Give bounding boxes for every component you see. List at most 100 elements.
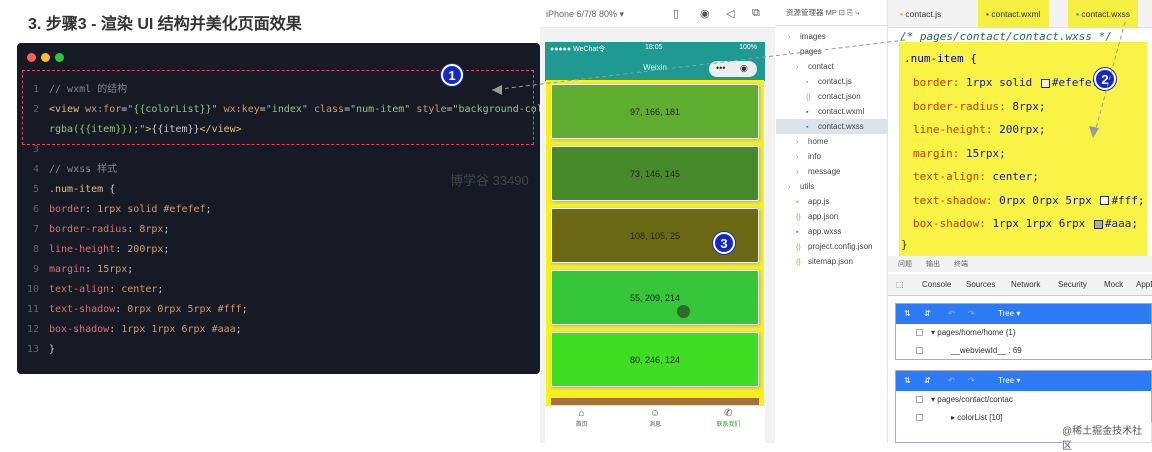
window-icon[interactable]: ⧉ bbox=[752, 7, 760, 20]
checkbox-icon[interactable] bbox=[916, 347, 923, 355]
panel-tab[interactable]: 问题 bbox=[898, 259, 912, 269]
tree-item[interactable]: ▪ contact.js bbox=[776, 74, 888, 89]
code-token: margin bbox=[49, 264, 86, 275]
redo-icon[interactable]: ↷ bbox=[968, 371, 975, 391]
undo-icon[interactable]: ↶ bbox=[948, 371, 955, 391]
code-token: 8rpx bbox=[139, 224, 164, 235]
sound-icon[interactable]: ◁ bbox=[726, 7, 734, 20]
tree-item[interactable]: ▪ contact.wxss bbox=[776, 119, 888, 134]
tab-contact-wxml[interactable]: ▪ contact.wxml bbox=[978, 0, 1049, 28]
tab-icon: ☺ bbox=[649, 408, 661, 419]
tree-mode-select[interactable]: Tree ▾ bbox=[998, 371, 1020, 391]
collapse-icon[interactable]: ⇵ bbox=[924, 304, 931, 324]
code-token: ; bbox=[127, 264, 134, 275]
devtools-tab[interactable]: Console bbox=[922, 280, 951, 289]
phone-nav-bar: Weixin ••• ◉ bbox=[545, 55, 765, 81]
code-token: : bbox=[85, 264, 98, 275]
tree-item[interactable]: › utils bbox=[776, 179, 888, 194]
css-property: border-radius: bbox=[913, 99, 1013, 113]
redo-icon[interactable]: ↷ bbox=[968, 304, 975, 324]
css-value: 8rpx; bbox=[1012, 99, 1046, 113]
cursor-dot-icon bbox=[677, 305, 690, 318]
undo-icon[interactable]: ↶ bbox=[948, 304, 955, 324]
css-declaration: border-radius: 8rpx; bbox=[913, 100, 1045, 113]
css-value: 15rpx; bbox=[965, 146, 1006, 160]
tree-item[interactable]: {} sitemap.json bbox=[776, 254, 888, 269]
line-number: 5 bbox=[32, 184, 39, 195]
close-mini-icon[interactable]: ◉ bbox=[740, 55, 748, 81]
editor-selector: .num-item { bbox=[904, 52, 977, 65]
tab-item[interactable]: ☺ 消息 bbox=[618, 406, 691, 435]
panel-tab[interactable]: 终端 bbox=[954, 259, 968, 269]
code-token: ; bbox=[241, 304, 248, 315]
badge-one: 1 bbox=[441, 64, 463, 86]
panel-tab[interactable]: 输出 bbox=[926, 259, 940, 269]
tree-item[interactable]: ▪ app.wxss bbox=[776, 224, 888, 239]
css-property: text-align: bbox=[913, 170, 993, 183]
devtools-tab[interactable]: Security bbox=[1058, 280, 1087, 289]
code-text: text-shadow: 0rpx 0rpx 5rpx #fff; bbox=[43, 300, 248, 320]
line-number: 4 bbox=[32, 164, 39, 175]
tree-item[interactable]: {} contact.json bbox=[776, 89, 888, 104]
color-list-item[interactable]: 80, 246, 124 bbox=[551, 332, 759, 387]
json-file-icon: {} bbox=[796, 214, 801, 221]
appdata-text: ▸ colorList [10] bbox=[951, 413, 1003, 422]
code-line: 9 margin: 15rpx; bbox=[17, 260, 540, 280]
expand-icon[interactable]: ⇅ bbox=[904, 371, 911, 391]
color-swatch-icon bbox=[1040, 78, 1050, 88]
color-list-item[interactable]: 73, 146, 145 bbox=[551, 146, 759, 201]
expand-icon[interactable]: ⇅ bbox=[904, 304, 911, 324]
tab-icon: ⌂ bbox=[578, 408, 585, 419]
tree-item[interactable]: › home bbox=[776, 134, 888, 149]
checkbox-icon[interactable] bbox=[916, 329, 923, 337]
tree-mode-select[interactable]: Tree ▾ bbox=[998, 304, 1020, 324]
json-file-icon: {} bbox=[796, 244, 801, 251]
appdata-text: __webviewId__ : 69 bbox=[951, 346, 1022, 355]
tree-item[interactable]: {} app.json bbox=[776, 209, 888, 224]
code-token: ; bbox=[205, 204, 212, 215]
tree-item[interactable]: ▪ contact.wxml bbox=[776, 104, 888, 119]
tree-item-label: contact.wxss bbox=[818, 122, 864, 131]
appdata-row[interactable]: ▾ pages/home/home {1} bbox=[896, 324, 1151, 342]
code-token: 200rpx bbox=[127, 244, 164, 255]
code-text: margin: 15rpx; bbox=[43, 260, 133, 280]
tree-item[interactable]: ▪ app.js bbox=[776, 194, 888, 209]
appdata-row[interactable]: __webviewId__ : 69 bbox=[896, 342, 1151, 360]
code-token: border-radius bbox=[49, 224, 128, 235]
code-line: 11 text-shadow: 0rpx 0rpx 5rpx #fff; bbox=[17, 300, 540, 320]
tree-item[interactable]: › images bbox=[776, 29, 888, 44]
tab-contact-js[interactable]: ▪ contact.js bbox=[892, 0, 949, 28]
device-select[interactable]: iPhone 6/7/8 80% ▾ bbox=[546, 9, 624, 20]
color-list-item[interactable]: 55, 209, 214 bbox=[551, 270, 759, 325]
tree-item[interactable]: › message bbox=[776, 164, 888, 179]
tree-item[interactable]: › pages bbox=[776, 44, 888, 59]
tree-item[interactable]: {} project.config.json bbox=[776, 239, 888, 254]
phone-status-bar: ●●●●● WeChat令 18:05 100% bbox=[545, 42, 765, 55]
tree-item[interactable]: › info bbox=[776, 149, 888, 164]
tab-item[interactable]: ✆ 联系我们 bbox=[692, 406, 765, 435]
devtools-tabs: ⬚ Console Sources Network Security Mock AppD bbox=[888, 274, 1152, 296]
code-token: { bbox=[103, 184, 116, 195]
capsule-button[interactable]: ••• ◉ bbox=[709, 61, 757, 77]
color-swatch-icon bbox=[1100, 196, 1110, 205]
tab-contact-wxss[interactable]: ▪ contact.wxss bbox=[1068, 0, 1139, 28]
color-swatch-icon bbox=[1093, 219, 1103, 229]
checkbox-icon[interactable] bbox=[916, 414, 923, 422]
devtools-tab[interactable]: Sources bbox=[966, 280, 995, 289]
checkbox-icon[interactable] bbox=[916, 396, 923, 404]
appdata-row[interactable]: ▾ pages/contact/contac bbox=[896, 391, 1151, 409]
tree-item-label: sitemap.json bbox=[808, 257, 853, 266]
tree-item[interactable]: › contact bbox=[776, 59, 888, 74]
record-icon[interactable]: ◉ bbox=[700, 7, 710, 20]
collapse-icon[interactable]: ⇵ bbox=[924, 371, 931, 391]
code-token: : bbox=[109, 324, 122, 335]
color-list-item[interactable]: 97, 166, 181 bbox=[551, 84, 759, 139]
phone-icon[interactable]: ▯ bbox=[673, 7, 679, 20]
devtools-tab[interactable]: AppD bbox=[1136, 280, 1152, 289]
devtools-tab[interactable]: Mock bbox=[1104, 280, 1123, 289]
devtools-tab[interactable]: Network bbox=[1011, 280, 1040, 289]
nav-title: Weixin bbox=[643, 63, 667, 72]
more-icon[interactable]: ••• bbox=[716, 55, 725, 81]
inspect-icon[interactable]: ⬚ bbox=[896, 280, 904, 289]
tab-item[interactable]: ⌂ 首页 bbox=[545, 406, 618, 435]
